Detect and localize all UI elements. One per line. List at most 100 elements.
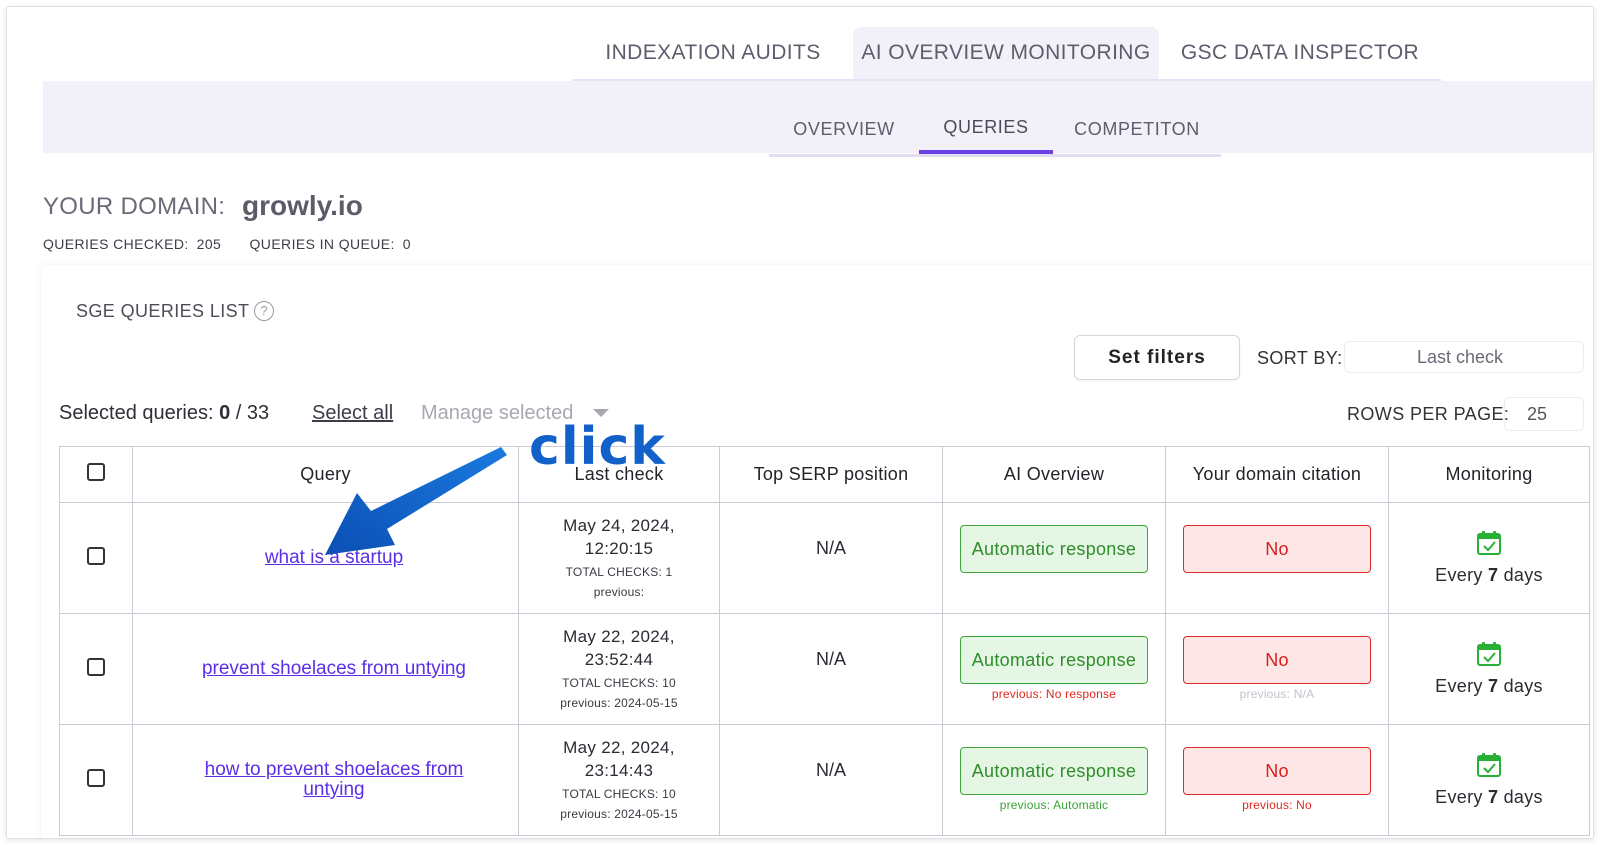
row-checkbox[interactable]: [87, 768, 105, 787]
monitoring-suffix: days: [1503, 676, 1543, 696]
ai-overview-cell: Automatic response previous: Automatic: [942, 724, 1166, 836]
last-check-time: 12:20:15: [584, 539, 654, 558]
header-citation: Your domain citation: [1165, 446, 1389, 503]
sort-by-select[interactable]: Last check: [1344, 341, 1584, 373]
citation-previous: previous: No: [1242, 797, 1312, 812]
previous-check: previous:: [593, 585, 645, 599]
selected-total: / 33: [235, 402, 270, 424]
monitoring-frequency: Every 7 days: [1389, 565, 1589, 586]
monitoring-suffix: days: [1503, 787, 1543, 807]
monitoring-suffix: days: [1503, 565, 1543, 585]
domain-label: YOUR DOMAIN:: [43, 193, 226, 220]
last-check-time: 23:14:43: [584, 761, 654, 780]
citation-badge: No: [1183, 746, 1371, 795]
table-row: what is a startup May 24, 2024, 12:20:15…: [59, 502, 1590, 614]
table-header-row: Query Last check Top SERP position AI Ov…: [59, 446, 1590, 503]
ai-overview-cell: Automatic response previous: No response: [942, 613, 1166, 725]
monitoring-prefix: Every: [1435, 676, 1483, 696]
ai-overview-cell: Automatic response: [942, 502, 1166, 614]
caret-down-icon: [593, 409, 609, 417]
total-checks: TOTAL CHECKS: 1: [565, 565, 673, 579]
ai-overview-badge: Automatic response: [960, 635, 1148, 684]
selected-label: Selected queries:: [59, 402, 214, 424]
calendar-check-icon[interactable]: [1476, 752, 1502, 778]
monitoring-cell: Every 7 days: [1388, 502, 1590, 614]
total-checks: TOTAL CHECKS: 10: [562, 787, 676, 801]
last-check-cell: May 22, 2024, 23:14:43 TOTAL CHECKS: 10 …: [518, 724, 720, 836]
row-checkbox[interactable]: [87, 546, 105, 565]
select-all-link[interactable]: Select all: [312, 402, 393, 425]
select-all-checkbox[interactable]: [87, 463, 105, 481]
serp-cell: N/A: [719, 613, 943, 725]
previous-check: previous: 2024-05-15: [560, 696, 678, 710]
subtab-queries[interactable]: QUERIES: [919, 105, 1053, 154]
last-check-date: May 22, 2024,: [563, 738, 675, 757]
citation-badge: No: [1183, 524, 1371, 573]
queries-in-queue-label: QUERIES IN QUEUE:: [249, 236, 395, 252]
monitoring-cell: Every 7 days: [1388, 613, 1590, 725]
last-check-date: May 24, 2024,: [563, 516, 675, 535]
total-checks: TOTAL CHECKS: 10: [562, 676, 676, 690]
click-annotation-label: click: [529, 417, 666, 477]
last-check-cell: May 22, 2024, 23:52:44 TOTAL CHECKS: 10 …: [518, 613, 720, 725]
header-ai-overview: AI Overview: [942, 446, 1166, 503]
list-title: SGE QUERIES LIST: [76, 301, 250, 321]
app-window: INDEXATION AUDITS AI OVERVIEW MONITORING…: [6, 6, 1594, 839]
citation-cell: No: [1165, 502, 1389, 614]
rows-per-page-label: ROWS PER PAGE:: [1347, 404, 1510, 424]
row-checkbox-cell: [59, 502, 133, 614]
queries-checked-label: QUERIES CHECKED:: [43, 236, 189, 252]
citation-cell: No previous: No: [1165, 724, 1389, 836]
annotation-arrow-icon: [325, 447, 507, 555]
last-check-cell: May 24, 2024, 12:20:15 TOTAL CHECKS: 1 p…: [518, 502, 720, 614]
query-link[interactable]: prevent shoelaces from untying: [202, 658, 466, 679]
queries-table: Query Last check Top SERP position AI Ov…: [59, 446, 1590, 836]
tab-gsc-data-inspector[interactable]: GSC DATA INSPECTOR: [1159, 27, 1441, 85]
serp-value: N/A: [815, 537, 846, 558]
previous-check: previous: 2024-05-15: [560, 807, 678, 821]
main-tabs: INDEXATION AUDITS AI OVERVIEW MONITORING…: [573, 27, 1441, 85]
queries-checked-value: 205: [196, 236, 222, 252]
subtab-overview[interactable]: OVERVIEW: [769, 105, 919, 154]
selected-count: 0: [219, 402, 231, 424]
header-select-all-checkbox-cell: [59, 446, 133, 503]
query-stats: QUERIES CHECKED: 205 QUERIES IN QUEUE: 0: [43, 236, 411, 252]
calendar-check-icon[interactable]: [1476, 641, 1502, 667]
sub-tabs: OVERVIEW QUERIES COMPETITON: [769, 105, 1221, 157]
serp-value: N/A: [815, 648, 846, 669]
set-filters-button[interactable]: Set filters: [1074, 335, 1240, 380]
domain-value: growly.io: [242, 190, 363, 221]
monitoring-number: 7: [1487, 787, 1499, 807]
ai-overview-previous: [943, 576, 1165, 592]
citation-previous: previous: N/A: [1239, 686, 1315, 701]
last-check-time: 23:52:44: [584, 650, 654, 669]
monitoring-frequency: Every 7 days: [1389, 787, 1589, 808]
query-cell: prevent shoelaces from untying: [132, 613, 519, 725]
last-check-date: May 22, 2024,: [563, 627, 675, 646]
serp-value: N/A: [815, 759, 846, 780]
row-checkbox[interactable]: [87, 657, 105, 676]
tab-ai-overview-monitoring[interactable]: AI OVERVIEW MONITORING: [853, 27, 1159, 85]
query-link[interactable]: how to prevent shoelaces from untying: [184, 760, 484, 800]
question-circle-icon[interactable]: ?: [254, 301, 274, 321]
monitoring-prefix: Every: [1435, 565, 1483, 585]
citation-cell: No previous: N/A: [1165, 613, 1389, 725]
citation-badge: No: [1183, 635, 1371, 684]
ai-overview-previous: previous: No response: [991, 686, 1117, 701]
ai-overview-badge: Automatic response: [960, 746, 1148, 795]
calendar-check-icon[interactable]: [1476, 530, 1502, 556]
serp-cell: N/A: [719, 502, 943, 614]
table-row: how to prevent shoelaces from untying Ma…: [59, 724, 1590, 836]
header-top-serp: Top SERP position: [719, 446, 943, 503]
rows-per-page-select[interactable]: 25: [1504, 397, 1584, 431]
tab-indexation-audits[interactable]: INDEXATION AUDITS: [573, 27, 853, 85]
serp-cell: N/A: [719, 724, 943, 836]
monitoring-frequency: Every 7 days: [1389, 676, 1589, 697]
sort-by-label: SORT BY:: [1257, 348, 1343, 368]
query-cell: how to prevent shoelaces from untying: [132, 724, 519, 836]
subtab-competition[interactable]: COMPETITON: [1053, 105, 1221, 154]
ai-overview-badge: Automatic response: [960, 524, 1148, 573]
monitoring-prefix: Every: [1435, 787, 1483, 807]
monitoring-number: 7: [1487, 676, 1499, 696]
monitoring-cell: Every 7 days: [1388, 724, 1590, 836]
